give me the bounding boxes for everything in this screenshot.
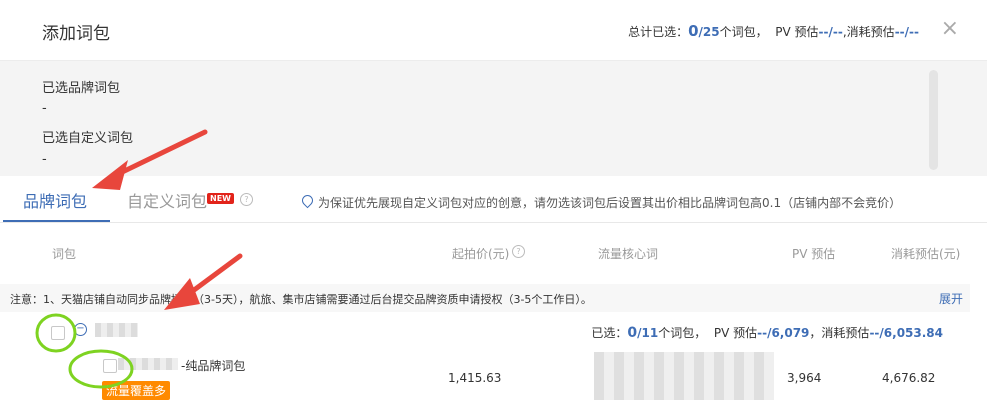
item-pv: 3,964 [787,371,822,385]
modal-header: 添加词包 总计已选：0/25个词包， PV 预估--/--,消耗预估--/-- … [0,0,987,61]
item-cost: 4,676.82 [882,371,936,385]
group-pv-value: --/6,079 [757,326,810,340]
summary-unit: 个词包， [719,25,768,39]
close-icon[interactable]: × [941,18,959,40]
traffic-tag: 流量覆盖多 [102,381,171,400]
group-pv-label: PV 预估 [713,326,758,340]
expand-link[interactable]: 展开 [939,290,963,307]
start-price-help-icon[interactable]: ? [512,245,525,258]
column-header-keyword: 词包 [52,247,77,261]
summary-pv-value: --/-- [818,25,843,39]
column-header-core-words: 流量核心词 [598,247,659,261]
table-header: 词包 起拍价(元) 流量核心词 PV 预估 消耗预估(元) [0,223,987,284]
blurred-core-words [594,352,774,400]
bid-notice: 为保证优先展现自定义词包对应的创意，请勿选该词包后设置其出价相比品牌词包高0.1… [299,192,902,211]
selected-custom-label: 已选自定义词包 [42,131,134,146]
tab-brand-packages[interactable]: 品牌词包 [23,188,87,212]
location-pin-icon [299,192,316,209]
authorization-note: 注意：1、天猫店铺自动同步品牌授权（3-5天），航旅、集市店铺需要通过后台提交品… [10,293,592,306]
selected-brand-value: - [42,101,47,116]
selected-brand-label: 已选品牌词包 [42,81,121,96]
bid-notice-text: 为保证优先展现自定义词包对应的创意，请勿选该词包后设置其出价相比品牌词包高0.1… [318,196,902,210]
summary-pv-label: PV 预估 [775,25,819,39]
modal-title: 添加词包 [42,24,110,44]
group-unit: 个词包， [658,326,707,340]
item-name: -纯品牌词包 [181,359,246,373]
add-keyword-package-modal: 添加词包 总计已选：0/25个词包， PV 预估--/--,消耗预估--/-- … [0,0,987,416]
group-stats-prefix: 已选： [591,326,628,340]
summary-total-count: /25 [698,25,720,39]
group-selected-count: 0 [627,325,638,341]
item-start-price: 1,415.63 [448,371,502,385]
selected-panel-scrollbar[interactable] [929,70,938,170]
active-tab-indicator [3,220,110,222]
group-checkbox[interactable] [51,326,65,340]
group-selection-stats: 已选：0/11个词包， PV 预估--/6,079，消耗预估--/6,053.8… [591,324,943,341]
summary-selected-count: 0 [688,22,699,40]
summary-cost-label: ,消耗预估 [842,25,895,39]
new-badge: NEW [207,193,234,204]
tab-custom-packages[interactable]: 自定义词包 [127,188,207,212]
table-row: -纯品牌词包 流量覆盖多 1,415.63 3,964 4,676.82 [0,349,970,416]
column-header-start-price: 起拍价(元) [452,247,510,261]
summary-prefix: 总计已选： [628,25,689,39]
group-total-count: /11 [637,326,659,340]
package-tabs: 品牌词包 自定义词包 NEW ? 为保证优先展现自定义词包对应的创意，请勿选该词… [0,176,987,223]
selected-packages-panel: 已选品牌词包 - 已选自定义词包 - [0,61,987,176]
column-header-pv: PV 预估 [792,247,836,261]
blurred-group-name [95,323,138,337]
summary-cost-value: --/-- [894,25,919,39]
total-selected-summary: 总计已选：0/25个词包， PV 预估--/--,消耗预估--/-- [628,22,919,40]
column-header-cost: 消耗预估(元) [891,247,961,261]
authorization-note-row: 注意：1、天猫店铺自动同步品牌授权（3-5天），航旅、集市店铺需要通过后台提交品… [0,284,970,312]
brand-group-row: − 已选：0/11个词包， PV 预估--/6,079，消耗预估--/6,053… [0,312,970,350]
item-checkbox[interactable] [103,359,117,373]
group-cost-value: --/6,053.84 [869,326,943,340]
group-cost-label: ，消耗预估 [809,326,870,340]
blurred-item-name [118,358,178,370]
collapse-icon[interactable]: − [74,323,87,336]
selected-custom-value: - [42,152,47,167]
help-icon[interactable]: ? [240,193,253,206]
